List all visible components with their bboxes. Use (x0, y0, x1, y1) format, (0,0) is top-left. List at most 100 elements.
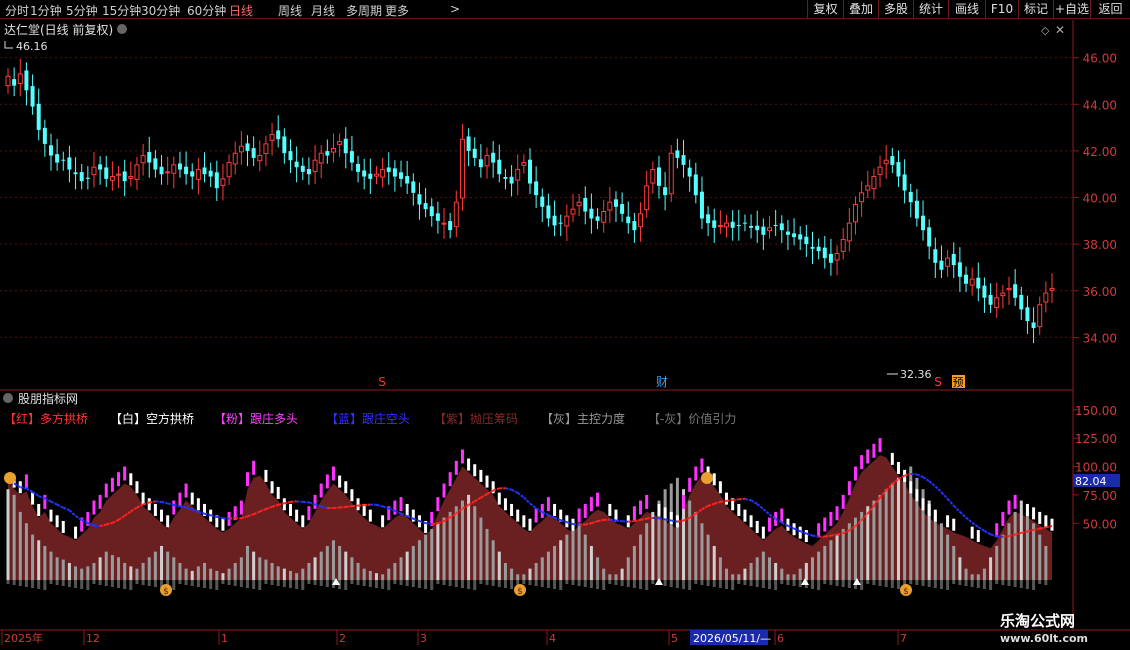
control-bar (589, 545, 593, 580)
bull-mark (632, 506, 636, 521)
candle-body-down (693, 174, 698, 196)
candle-body-down (626, 216, 631, 224)
bear-mark (55, 515, 59, 528)
candle-body-down (921, 215, 926, 231)
control-bar (129, 566, 133, 580)
bull-mark (117, 472, 121, 487)
value-bar (571, 580, 575, 585)
trend-line-segment (284, 500, 291, 505)
indicator-title: 股朋指标网 (18, 391, 78, 406)
bear-mark (338, 475, 342, 488)
value-bar (976, 580, 980, 588)
value-bar (252, 580, 256, 589)
value-bar (362, 580, 366, 586)
candle-body-down (202, 167, 207, 175)
money-bag-glyph: $ (903, 587, 909, 597)
ind-tick-label: 100.00 (1075, 461, 1117, 475)
control-bar (86, 566, 90, 580)
trend-line-segment (750, 499, 758, 505)
bull-mark (847, 481, 851, 496)
control-bar (313, 557, 317, 580)
control-bar (1007, 523, 1011, 580)
bull-mark (768, 517, 772, 532)
control-bar (18, 511, 22, 580)
indicator-layer: $ $ $ (4, 438, 1054, 597)
control-bar (491, 540, 495, 580)
candle-body-down (435, 213, 440, 221)
cursor-date: 2026/05/11/— (693, 632, 771, 645)
value-bar (356, 580, 360, 585)
value-bar (49, 580, 53, 584)
trend-line-segment (615, 519, 623, 523)
trend-line-segment (664, 518, 672, 522)
value-bar (577, 580, 581, 586)
bear-mark (915, 489, 919, 502)
trend-line-segment (762, 508, 771, 516)
control-bar (270, 562, 274, 580)
control-bar (80, 568, 84, 580)
trend-line-segment (173, 504, 181, 508)
bull-mark (110, 477, 114, 492)
bear-mark (725, 492, 729, 505)
trend-line-segment (351, 504, 359, 508)
bear-mark (190, 492, 194, 505)
value-bar (67, 580, 71, 587)
trend-line-segment (671, 519, 678, 523)
trend-line-segment (959, 511, 967, 519)
bear-mark (49, 509, 53, 522)
value-bar (596, 580, 600, 589)
bear-mark (350, 489, 354, 502)
control-bar (411, 545, 415, 580)
trend-line-segment (425, 522, 432, 526)
candle-body-down (933, 249, 938, 263)
candle-body-down (503, 177, 508, 179)
bull-mark (866, 449, 870, 464)
control-bar (645, 523, 649, 580)
bear-mark (264, 469, 268, 482)
candle-body-down (343, 138, 348, 154)
control-bar (37, 540, 41, 580)
bear-mark (976, 530, 980, 543)
value-bar (718, 580, 722, 588)
candle-body-down (761, 226, 766, 235)
price-tick-label: 40.00 (1083, 192, 1117, 206)
trend-line-segment (364, 503, 371, 507)
bear-mark (737, 503, 741, 516)
bear-mark (295, 509, 299, 522)
control-bar (952, 545, 956, 580)
control-bar (454, 506, 458, 580)
control-bar (743, 568, 747, 580)
value-bar (448, 580, 452, 586)
candle-body-up (263, 143, 269, 154)
control-bar (473, 506, 477, 580)
value-bar (178, 580, 182, 584)
control-bar (608, 574, 612, 580)
bear-mark (61, 520, 65, 533)
value-bar (104, 580, 108, 586)
control-bar (104, 551, 108, 580)
value-bar (61, 580, 65, 586)
candle-body-up (515, 169, 521, 181)
candle-body-up (650, 169, 656, 184)
bull-mark (393, 500, 397, 515)
trend-line-segment (983, 530, 992, 536)
control-bar (436, 523, 440, 580)
value-bar (1001, 580, 1005, 585)
control-bar (780, 568, 784, 580)
bear-mark (160, 509, 164, 522)
candle-body-up (724, 222, 730, 228)
value-bar (1019, 580, 1023, 588)
control-bar (540, 557, 544, 580)
value-bar (921, 580, 925, 586)
bear-mark (166, 515, 170, 528)
control-bar (497, 551, 501, 580)
bull-mark (307, 506, 311, 521)
candle-body-down (67, 157, 72, 170)
candle-body-down (620, 204, 625, 214)
value-bar (98, 580, 102, 585)
value-bar (405, 580, 409, 586)
trend-line-segment (622, 520, 629, 523)
bull-mark (878, 438, 882, 453)
control-bar (620, 568, 624, 580)
control-bar (258, 557, 262, 580)
